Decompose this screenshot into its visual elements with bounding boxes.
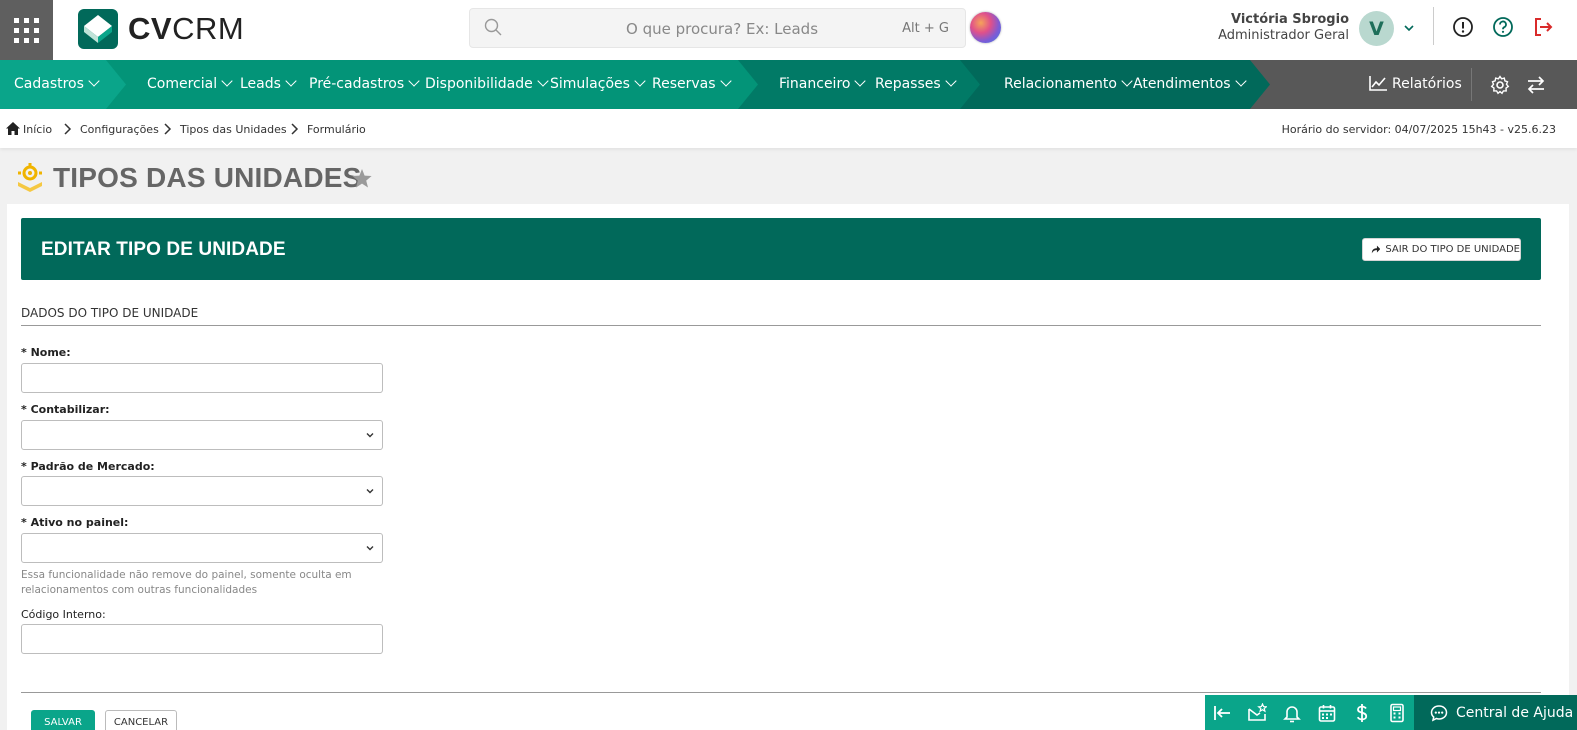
- page-title: TIPOS DAS UNIDADES: [53, 162, 362, 193]
- contabilizar-label: * Contabilizar:: [21, 403, 110, 416]
- breadcrumb-formulario: Formulário: [307, 123, 366, 136]
- logout-icon[interactable]: [1532, 16, 1554, 38]
- ativo-painel-select[interactable]: [21, 533, 383, 563]
- breadcrumb: Início Configurações Tipos das Unidades …: [0, 109, 1577, 148]
- user-role: Administrador Geral: [1218, 28, 1349, 43]
- calendar-icon[interactable]: [1317, 703, 1337, 723]
- codigo-interno-label: Código Interno:: [21, 608, 106, 621]
- contabilizar-select[interactable]: [21, 420, 383, 450]
- breadcrumb-tipos-das-unidades[interactable]: Tipos das Unidades: [180, 123, 287, 136]
- cvcrm-logo[interactable]: CVCRM: [78, 8, 244, 50]
- unit-type-icon: [18, 163, 42, 192]
- info-icon[interactable]: [1452, 16, 1474, 38]
- calculator-icon[interactable]: [1387, 703, 1407, 723]
- nav-repasses[interactable]: Repasses: [875, 60, 957, 109]
- chevron-right-icon: [64, 123, 72, 135]
- apps-menu-button[interactable]: [0, 0, 53, 60]
- panel-title: EDITAR TIPO DE UNIDADE: [41, 239, 286, 260]
- nav-reservas[interactable]: Reservas: [652, 60, 732, 109]
- chevron-right-icon: [164, 123, 172, 135]
- server-time: Horário do servidor: 04/07/2025 15h43 - …: [1281, 123, 1556, 136]
- chevron-right-icon: [291, 123, 299, 135]
- codigo-interno-input[interactable]: [21, 624, 383, 654]
- chevron-down-icon: [854, 75, 867, 87]
- gear-icon[interactable]: [1490, 75, 1510, 95]
- collapse-left-icon[interactable]: [1212, 703, 1232, 723]
- nav-divider: [1471, 68, 1472, 101]
- help-icon[interactable]: [1492, 16, 1514, 38]
- breadcrumb-inicio[interactable]: Início: [23, 123, 52, 136]
- padrao-mercado-select[interactable]: [21, 476, 383, 506]
- dollar-icon[interactable]: [1352, 703, 1372, 723]
- chevron-down-icon: [408, 75, 420, 87]
- bell-icon[interactable]: [1282, 703, 1302, 723]
- section-title: DADOS DO TIPO DE UNIDADE: [21, 306, 199, 320]
- ativo-painel-label: * Ativo no painel:: [21, 516, 129, 529]
- cancel-button[interactable]: CANCELAR: [105, 710, 177, 730]
- nav-financeiro[interactable]: Financeiro: [779, 60, 867, 109]
- padrao-mercado-label: * Padrão de Mercado:: [21, 460, 155, 473]
- favorite-star-icon[interactable]: [351, 168, 373, 190]
- chevron-down-icon: [88, 75, 100, 87]
- save-button[interactable]: SALVAR: [31, 710, 95, 730]
- chevron-down-icon: [366, 433, 374, 438]
- chevron-down-icon: [366, 546, 374, 551]
- search-placeholder: O que procura? Ex: Leads: [626, 20, 819, 38]
- header-divider: [1433, 7, 1434, 45]
- share-arrow-icon: [1371, 245, 1381, 254]
- nav-atendimentos[interactable]: Atendimentos: [1133, 60, 1247, 109]
- chevron-down-icon: [719, 75, 732, 87]
- breadcrumb-configuracoes[interactable]: Configurações: [80, 123, 159, 136]
- line-chart-icon: [1369, 76, 1387, 91]
- logo-text: CVCRM: [128, 11, 245, 46]
- chevron-down-icon: [634, 75, 646, 87]
- chevron-down-icon: [221, 75, 233, 87]
- section-divider: [21, 325, 1541, 326]
- user-name[interactable]: Victória Sbrogio: [1231, 12, 1349, 27]
- nome-label: * Nome:: [21, 346, 71, 359]
- nav-relatorios[interactable]: Relatórios: [1369, 60, 1462, 109]
- switch-arrows-icon[interactable]: [1526, 75, 1546, 95]
- apps-grid-icon: [14, 17, 39, 43]
- chevron-down-icon: [537, 75, 549, 87]
- ativo-painel-help: Essa funcionalidade não remove do painel…: [21, 569, 352, 596]
- nome-input[interactable]: [21, 363, 383, 393]
- help-center-button[interactable]: Central de Ajuda: [1414, 695, 1577, 730]
- mail-star-icon[interactable]: [1247, 703, 1267, 723]
- avatar[interactable]: V: [1359, 11, 1394, 46]
- cvcrm-logo-mark-icon: [78, 9, 118, 49]
- search-shortcut: Alt + G: [902, 21, 949, 36]
- chevron-down-icon: [366, 489, 374, 494]
- nav-relacionamento[interactable]: Relacionamento: [1004, 60, 1133, 109]
- home-icon[interactable]: [6, 122, 20, 135]
- main-nav: Cadastros Comercial Leads Pré-cadastros …: [0, 60, 1577, 109]
- chevron-down-icon: [945, 75, 957, 87]
- chat-bubble-icon: [1430, 704, 1448, 722]
- nav-leads[interactable]: Leads: [240, 60, 297, 109]
- search-icon: [484, 18, 502, 36]
- global-search[interactable]: O que procura? Ex: Leads Alt + G: [469, 8, 966, 48]
- chevron-down-icon: [1121, 75, 1133, 87]
- chevron-down-icon[interactable]: [1403, 22, 1415, 34]
- nav-comercial[interactable]: Comercial: [147, 60, 233, 109]
- footer-divider: [21, 692, 1541, 693]
- exit-unit-type-button[interactable]: SAIR DO TIPO DE UNIDADE: [1362, 238, 1521, 261]
- nav-pre-cadastros[interactable]: Pré-cadastros: [309, 60, 420, 109]
- chevron-down-icon: [1234, 75, 1247, 87]
- top-header: CVCRM O que procura? Ex: Leads Alt + G V…: [0, 0, 1577, 60]
- ai-assistant-orb[interactable]: [970, 12, 1001, 43]
- chevron-down-icon: [285, 75, 297, 87]
- nav-cadastros[interactable]: Cadastros: [14, 60, 100, 109]
- nav-disponibilidade[interactable]: Disponibilidade: [425, 60, 549, 109]
- nav-simulacoes[interactable]: Simulações: [550, 60, 646, 109]
